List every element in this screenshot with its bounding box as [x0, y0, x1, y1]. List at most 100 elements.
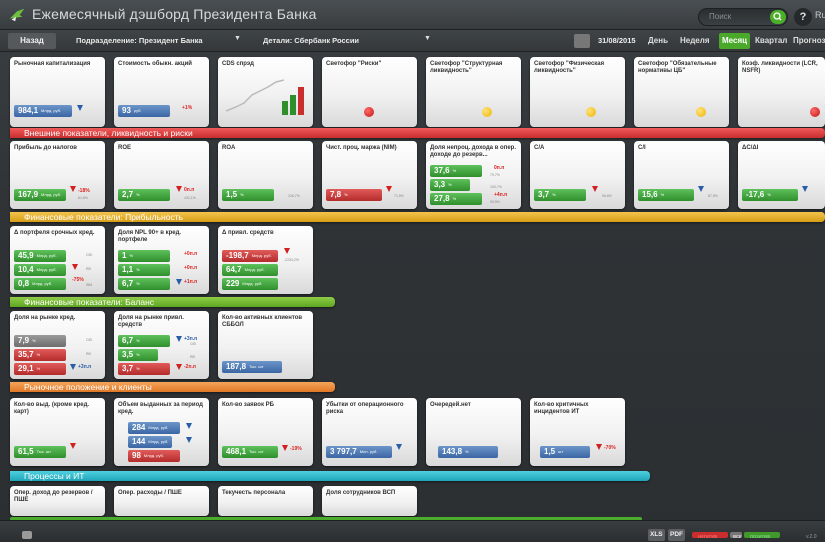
card-title: Светофор "Риски" [326, 61, 382, 67]
value-badge: 1,1% [118, 264, 170, 276]
value-badge: -198,7 Млрд. руб. [222, 250, 278, 262]
search-icon[interactable] [770, 10, 786, 24]
card-title: Светофор "Обязательные нормативы ЦБ" [638, 61, 717, 74]
card-title: C/A [534, 145, 545, 151]
section-band-processes: Процессы и ИТ [10, 471, 650, 481]
card-dcdi[interactable]: ΔC/ΔI -17,6% [738, 141, 825, 209]
card-queues[interactable]: Очередей.нет 143,8% [426, 398, 521, 466]
division-select[interactable]: Подразделение: Президент Банка [76, 36, 203, 45]
value-badge: 93 руб. [118, 105, 170, 117]
calendar-icon[interactable] [574, 34, 590, 48]
card-opincome-per-fte[interactable]: Опер. доход до резервов / ПШЕ [10, 486, 105, 516]
card-oprisk-losses[interactable]: Убытки от операционного риска 3 797,7 Млн… [322, 398, 417, 466]
delta-value: -75% [72, 277, 84, 283]
card-traffic-phys-liquidity[interactable]: Светофор "Физическая ликвидность" [530, 57, 625, 127]
card-staff-turnover[interactable]: Текучесть персонала [218, 486, 313, 516]
bird-logo-icon [9, 8, 25, 22]
delta-value: -70% [604, 445, 616, 451]
period-day[interactable]: День [645, 33, 671, 49]
dashboard-app: Ежемесячный дэшборд Президента Банка Пои… [0, 0, 825, 542]
language-button[interactable]: Ru [815, 10, 825, 20]
arrow-down-icon [284, 248, 290, 254]
delta-value: -18% [78, 188, 90, 194]
arrow-down-icon [186, 423, 192, 429]
search-placeholder: Поиск [709, 12, 732, 21]
chevron-down-icon[interactable]: ▼ [234, 35, 241, 42]
card-loan-market-share[interactable]: Доля на рынке кред. 7,9% 35,7% 29,1% CIB… [10, 311, 105, 379]
card-profit[interactable]: Прибыль до налогов 167,9 Млрд. руб. -18% … [10, 141, 105, 209]
period-week[interactable]: Неделя [677, 33, 713, 49]
card-rb-applications[interactable]: Кол-во заявок РБ 468,1 Тыс. шт -19% [218, 398, 313, 466]
card-roa[interactable]: ROA 1,5% 226,7% [218, 141, 313, 209]
back-button[interactable]: Назад [8, 33, 56, 49]
period-month[interactable]: Месяц [719, 33, 751, 49]
card-title: Светофор "Физическая ликвидность" [534, 61, 605, 74]
value-badge: 284 Млрд. руб. [128, 422, 180, 434]
card-market-cap[interactable]: Рыночная капитализация 984,1 Млрд. руб. [10, 57, 105, 127]
segment-tag: RB [86, 267, 91, 271]
card-active-clients[interactable]: Кол-во активных клиентов СББОЛ 187,8 Тыс.… [218, 311, 313, 379]
card-ci[interactable]: C/I 15,6% 87,5% [634, 141, 729, 209]
section-band-profitability: Финансовые показатели: Прибыльность [10, 212, 825, 222]
card-issued-volume[interactable]: Объем выданных за период кред. 284 Млрд. … [114, 398, 209, 466]
card-deposit-market-share[interactable]: Доля на рынке привл. средств 6,7% 3,5% 3… [114, 311, 209, 379]
card-traffic-cb-norms[interactable]: Светофор "Обязательные нормативы ЦБ" [634, 57, 729, 127]
card-traffic-struct-liquidity[interactable]: Светофор "Структурная ликвидность" [426, 57, 521, 127]
help-button[interactable]: ? [794, 8, 812, 26]
status-yellow-icon [696, 107, 706, 117]
value-badge: 1,5 шт [540, 446, 590, 458]
segment-tag: WM [86, 283, 93, 287]
card-vsp-staff-share[interactable]: Доля сотрудников ВСП [322, 486, 417, 516]
value-badge: 3,5% [118, 349, 158, 361]
export-pdf-button[interactable]: PDF [668, 529, 685, 541]
search-input[interactable]: Поиск [698, 8, 788, 26]
card-share-price[interactable]: Стоимость обыкн. акций 93 руб. +1% [114, 57, 209, 127]
card-roe[interactable]: ROE 2,7% 0п.п 432,1% [114, 141, 209, 209]
export-xls-button[interactable]: XLS [648, 529, 665, 541]
date-field[interactable]: 31/08/2015 [598, 36, 636, 45]
period-quarter[interactable]: Квартал [752, 33, 790, 49]
status-yellow-icon [586, 107, 596, 117]
card-title: Рыночная капитализация [14, 61, 91, 67]
card-loan-portfolio[interactable]: Δ портфеля срочных кред. 45,9 Млрд. руб. … [10, 226, 105, 294]
card-liquidity-ratio[interactable]: Коэф. ликвидности (LCR, NSFR) [738, 57, 825, 127]
card-opex-per-fte[interactable]: Опер. расходы / ПШЕ [114, 486, 209, 516]
sub-value: 70,7% [490, 173, 500, 177]
card-issued-count[interactable]: Кол-во выд. (кроме кред. карт) 61,5 Тыс. … [10, 398, 105, 466]
card-funds-delta[interactable]: Δ привл. средств -198,7 Млрд. руб. 64,7 Мл… [218, 226, 313, 294]
arrow-down-icon [698, 186, 704, 192]
value-badge: 64,7 Млрд. руб. [222, 264, 278, 276]
chevron-down-icon[interactable]: ▼ [424, 35, 431, 42]
value-badge: 6,7% [118, 335, 170, 347]
sub-value: 100,7% [490, 185, 502, 189]
period-forecast[interactable]: Прогноз [790, 33, 825, 49]
value-badge: 7,9% [14, 335, 66, 347]
card-title: ROE [118, 145, 132, 151]
card-npl-share[interactable]: Доля NPL 90+ в кред. портфеле 1% 1,1% 6,… [114, 226, 209, 294]
value-badge: 143,8% [438, 446, 498, 458]
value-badge: 10,4 Млрд. руб. [14, 264, 66, 276]
chat-icon[interactable] [22, 531, 32, 539]
segment-tag: RB [190, 355, 195, 359]
card-title: CDS спрэд [222, 61, 254, 67]
card-cds-spread[interactable]: CDS спрэд [218, 57, 313, 127]
delta-value: 0п.п [494, 165, 505, 171]
value-badge: 1% [118, 250, 170, 262]
details-select[interactable]: Детали: Сбербанк России [263, 36, 359, 45]
segment-tag: CIB [86, 338, 92, 342]
card-ca[interactable]: C/A 3,7% 96,6% [530, 141, 625, 209]
legend-positive-label: позитив [750, 534, 771, 540]
arrow-down-icon [396, 444, 402, 450]
card-nim[interactable]: Чист. проц. маржа (NIM) 7,8% 71,5% [322, 141, 417, 209]
delta-value: +0п.п [184, 251, 198, 257]
card-title: Светофор "Структурная ликвидность" [430, 61, 503, 74]
card-title: Доля на рынке кред. [14, 315, 76, 321]
card-it-incidents[interactable]: Кол-во критичных инцидентов ИТ 1,5 шт -70… [530, 398, 625, 466]
arrow-down-icon [70, 186, 76, 192]
card-title: Прибыль до налогов [14, 145, 77, 151]
delta-value: +3п.п [78, 364, 92, 370]
card-nonint-income[interactable]: Доля непроц. дохода в опер. доходе до ре… [426, 141, 521, 209]
legend-negative-label: негатив [698, 534, 718, 540]
section-band-external: Внешние показатели, ликвидность и риски [10, 128, 825, 138]
card-traffic-risks[interactable]: Светофор "Риски" [322, 57, 417, 127]
